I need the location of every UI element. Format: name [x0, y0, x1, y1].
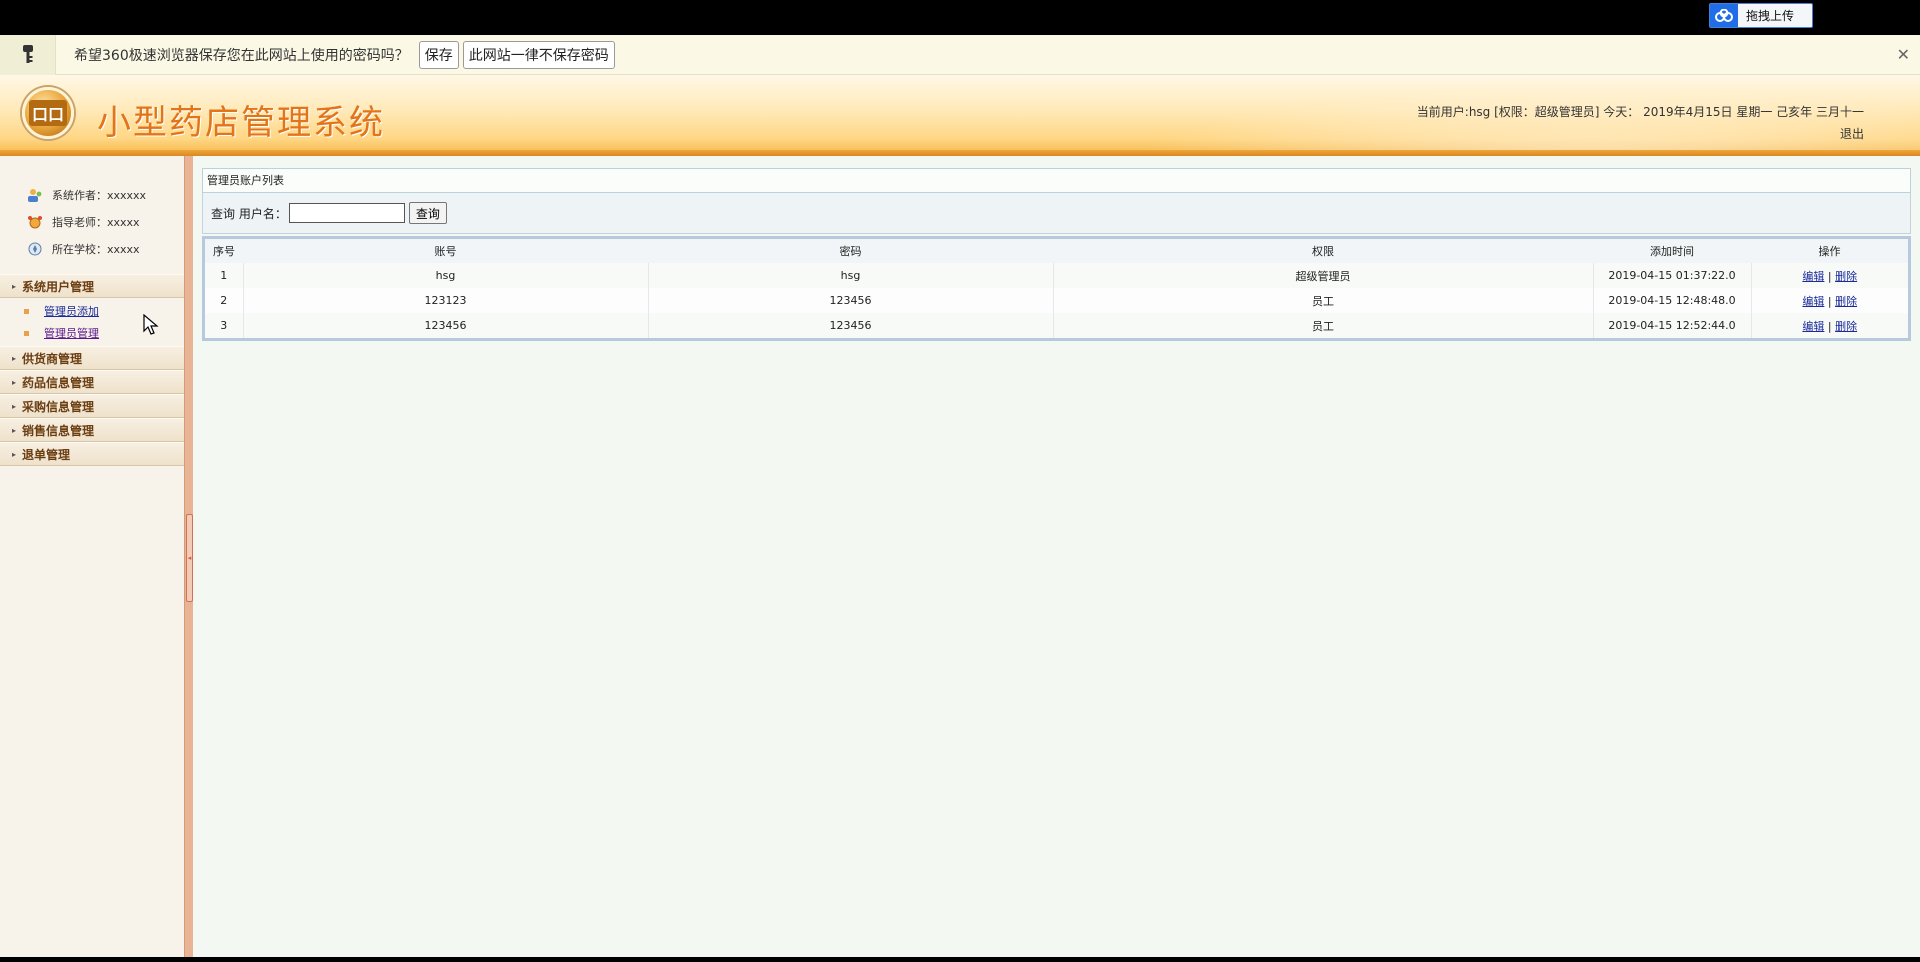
cell-no: 3: [205, 313, 243, 338]
bullet-icon: [24, 330, 29, 336]
cloud-icon: [1710, 4, 1738, 27]
caret-right-icon: ▸: [12, 425, 17, 435]
link-admin-manage[interactable]: 管理员管理: [44, 325, 99, 341]
info-author: 系统作者：xxxxxx: [0, 181, 184, 208]
col-header-time: 添加时间: [1593, 239, 1751, 263]
caret-right-icon: ▸: [12, 353, 17, 363]
chevron-left-icon: ◂: [187, 554, 192, 562]
menu-system-users[interactable]: ▸ 系统用户管理: [0, 274, 184, 298]
col-header-actions: 操作: [1751, 239, 1908, 263]
cell-time: 2019-04-15 12:48:48.0: [1592, 288, 1751, 313]
delete-link[interactable]: 删除: [1835, 295, 1857, 308]
col-header-role: 权限: [1053, 239, 1593, 263]
sidebar-info: 系统作者：xxxxxx 指导老师：xxxxx 所在学校：xxxxx: [0, 156, 184, 262]
caret-right-icon: ▸: [12, 281, 17, 291]
delete-link[interactable]: 删除: [1835, 270, 1857, 283]
col-header-password: 密码: [648, 239, 1053, 263]
submenu-item: 管理员管理: [24, 322, 184, 344]
delete-link[interactable]: 删除: [1835, 320, 1857, 333]
table-header-row: 序号 账号 密码 权限 添加时间 操作: [205, 239, 1908, 263]
cell-no: 1: [205, 263, 243, 288]
panel-title: 管理员账户列表: [202, 168, 1911, 193]
menu-sales-info[interactable]: ▸ 销售信息管理: [0, 418, 184, 442]
app-logo: 口口: [22, 87, 74, 139]
sidebar: 系统作者：xxxxxx 指导老师：xxxxx 所在学校：xxxxx ▸ 系统用户…: [0, 156, 184, 957]
edit-link[interactable]: 编辑: [1802, 320, 1824, 333]
search-bar: 查询 用户名： 查询: [202, 193, 1911, 234]
cell-password: hsg: [647, 263, 1053, 288]
user-group-icon: [26, 187, 44, 203]
action-separator: |: [1827, 269, 1832, 283]
cell-account: 123123: [242, 288, 648, 313]
link-admin-add[interactable]: 管理员添加: [44, 303, 99, 319]
browser-top-bar: 拖拽上传: [0, 0, 1920, 35]
cell-role: 员工: [1052, 288, 1593, 313]
main-content: 管理员账户列表 查询 用户名： 查询 序号 账号 密码 权限 添加时间 操作 1…: [193, 156, 1920, 957]
mouse-cursor-icon: [143, 314, 159, 335]
close-icon[interactable]: ✕: [1897, 45, 1910, 64]
submenu-item: 管理员添加: [24, 300, 184, 322]
current-user-text: 当前用户:hsg [权限：超级管理员] 今天： 2019年4月15日 星期一 己…: [1416, 105, 1864, 119]
key-icon: [0, 34, 56, 75]
table-row: 3 123456 123456 员工 2019-04-15 12:52:44.0…: [205, 313, 1908, 338]
admin-table: 序号 账号 密码 权限 添加时间 操作 1 hsg hsg 超级管理员 2019: [205, 239, 1908, 338]
admin-table-wrap: 序号 账号 密码 权限 添加时间 操作 1 hsg hsg 超级管理员 2019: [202, 236, 1911, 341]
menu-purchase-info[interactable]: ▸ 采购信息管理: [0, 394, 184, 418]
bottom-bar: [0, 957, 1920, 962]
cell-password: 123456: [647, 288, 1053, 313]
info-teacher: 指导老师：xxxxx: [0, 208, 184, 235]
cell-account: 123456: [242, 313, 648, 338]
save-password-button[interactable]: 保存: [418, 40, 459, 69]
admin-list-panel: 管理员账户列表 查询 用户名： 查询 序号 账号 密码 权限 添加时间 操作 1…: [202, 168, 1911, 341]
cell-actions: 编辑 | 删除: [1750, 263, 1908, 288]
caret-right-icon: ▸: [12, 377, 17, 387]
sidebar-menu: ▸ 系统用户管理 管理员添加 管理员管理 ▸ 供货商管理 ▸ 药品信息管理 ▸ …: [0, 274, 184, 466]
menu-medicine-info[interactable]: ▸ 药品信息管理: [0, 370, 184, 394]
compass-icon: [26, 241, 44, 257]
user-info: 当前用户:hsg [权限：超级管理员] 今天： 2019年4月15日 星期一 己…: [1417, 101, 1864, 145]
cell-actions: 编辑 | 删除: [1750, 313, 1908, 338]
logo-mark: 口口: [28, 100, 67, 126]
bullet-icon: [24, 308, 29, 314]
search-label: 查询 用户名：: [211, 206, 287, 221]
table-row: 1 hsg hsg 超级管理员 2019-04-15 01:37:22.0 编辑…: [205, 263, 1908, 288]
alarm-clock-icon: [26, 214, 44, 230]
cell-time: 2019-04-15 01:37:22.0: [1592, 263, 1751, 288]
cell-password: 123456: [647, 313, 1053, 338]
cell-actions: 编辑 | 删除: [1750, 288, 1908, 313]
app-title: 小型药店管理系统: [97, 103, 385, 143]
edit-link[interactable]: 编辑: [1802, 270, 1824, 283]
caret-right-icon: ▸: [12, 401, 17, 411]
sidebar-splitter[interactable]: ◂: [184, 156, 193, 957]
action-separator: |: [1827, 319, 1832, 333]
app-header: 口口 小型药店管理系统 当前用户:hsg [权限：超级管理员] 今天： 2019…: [0, 75, 1920, 155]
cell-role: 超级管理员: [1052, 263, 1593, 288]
col-header-no: 序号: [205, 239, 243, 263]
logout-link[interactable]: 退出: [1417, 123, 1864, 145]
edit-link[interactable]: 编辑: [1802, 295, 1824, 308]
cell-time: 2019-04-15 12:52:44.0: [1592, 313, 1751, 338]
table-row: 2 123123 123456 员工 2019-04-15 12:48:48.0…: [205, 288, 1908, 313]
action-separator: |: [1827, 294, 1832, 308]
cell-no: 2: [205, 288, 243, 313]
drag-upload-button[interactable]: 拖拽上传: [1709, 3, 1813, 28]
col-header-account: 账号: [243, 239, 648, 263]
search-button[interactable]: 查询: [408, 202, 447, 224]
cell-account: hsg: [242, 263, 648, 288]
collapse-sidebar-handle[interactable]: ◂: [186, 514, 193, 602]
password-save-bar: 希望360极速浏览器保存您在此网站上使用的密码吗？ 保存 此网站一律不保存密码 …: [0, 34, 1920, 75]
save-password-message: 希望360极速浏览器保存您在此网站上使用的密码吗？: [74, 47, 409, 64]
caret-right-icon: ▸: [12, 449, 17, 459]
drag-upload-label: 拖拽上传: [1746, 9, 1795, 23]
never-save-password-button[interactable]: 此网站一律不保存密码: [462, 40, 615, 69]
info-school: 所在学校：xxxxx: [0, 235, 184, 262]
cell-role: 员工: [1052, 313, 1593, 338]
username-search-input[interactable]: [288, 203, 405, 223]
menu-returns[interactable]: ▸ 退单管理: [0, 442, 184, 466]
menu-supplier[interactable]: ▸ 供货商管理: [0, 346, 184, 370]
